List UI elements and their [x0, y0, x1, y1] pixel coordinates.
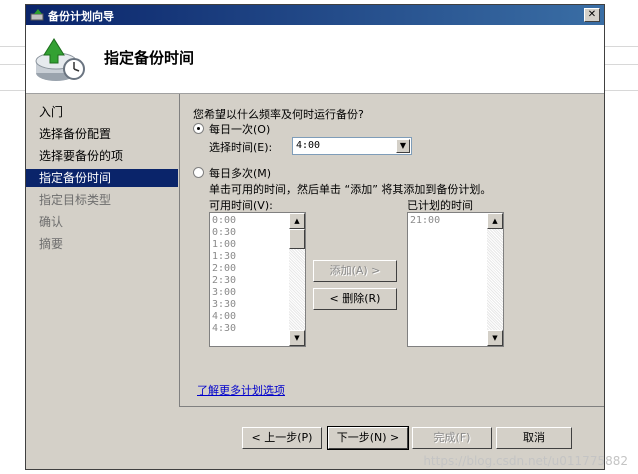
- multiple-daily-radio[interactable]: [193, 167, 204, 178]
- time-select[interactable]: 4:00 ▼: [292, 137, 412, 155]
- close-button[interactable]: ✕: [584, 8, 600, 22]
- scroll-down-icon[interactable]: ▼: [289, 330, 305, 346]
- available-times-rows: 0:00 0:30 1:00 1:30 2:00 2:30 3:00 3:30 4:00 4:30: [212, 215, 287, 335]
- close-icon: ✕: [587, 9, 597, 20]
- scheduled-times-label: 已计划的时间: [407, 199, 473, 212]
- back-button[interactable]: < 上一步(P): [242, 427, 322, 449]
- select-time-label: 选择时间(E):: [209, 141, 273, 154]
- list-item[interactable]: 0:30: [212, 227, 287, 239]
- step-destination-type: 指定目标类型: [39, 193, 112, 207]
- scheduled-scrollbar[interactable]: ▲ ▼: [487, 213, 503, 346]
- available-times-list[interactable]: 0:00 0:30 1:00 1:30 2:00 2:30 3:00 3:30 4:00 4:30…: [209, 212, 306, 347]
- once-daily-radio[interactable]: [193, 123, 204, 134]
- time-select-value: 4:00: [296, 140, 321, 151]
- remove-time-button[interactable]: < 删除(R): [313, 288, 397, 310]
- step-specify-time[interactable]: 指定备份时间: [26, 169, 178, 187]
- step-getting-started[interactable]: 入门: [26, 103, 178, 121]
- backup-app-icon: [30, 9, 44, 21]
- list-item[interactable]: 3:00: [212, 287, 287, 299]
- watermark: https://blog.csdn.net/u011775882: [423, 454, 628, 468]
- available-scrollbar[interactable]: ▲ ▼: [289, 213, 305, 346]
- cancel-button[interactable]: 取消: [496, 427, 572, 449]
- page-title: 指定备份时间: [104, 49, 195, 67]
- wizard-steps-sidebar: 入门 选择备份配置 选择要备份的项 指定备份时间 指定目标类型 确认 摘要: [26, 94, 178, 469]
- wizard-header: 指定备份时间: [26, 25, 604, 94]
- step-select-items[interactable]: 选择要备份的项: [26, 147, 178, 165]
- list-item[interactable]: 3:30: [212, 299, 287, 311]
- learn-more-link[interactable]: 了解更多计划选项: [197, 382, 285, 398]
- step-confirmation: 确认: [39, 215, 64, 229]
- scheduled-times-list[interactable]: 21:00 ▲ ▼: [407, 212, 504, 347]
- list-item[interactable]: 21:00: [410, 215, 485, 227]
- list-item[interactable]: 2:30: [212, 275, 287, 287]
- list-item[interactable]: 0:00: [212, 215, 287, 227]
- step-summary: 摘要: [39, 237, 64, 251]
- title-bar[interactable]: 备份计划向导 ✕: [26, 5, 604, 25]
- scroll-up-icon[interactable]: ▲: [487, 213, 503, 229]
- next-button[interactable]: 下一步(N) >: [327, 426, 409, 450]
- list-item[interactable]: 2:00: [212, 263, 287, 275]
- step-select-backup-config[interactable]: 选择备份配置: [26, 125, 178, 143]
- add-time-button[interactable]: 添加(A) >: [313, 260, 397, 282]
- wizard-content: 您希望以什么频率及何时运行备份? 每日一次(O) 选择时间(E): 4:00 ▼…: [179, 94, 604, 407]
- list-item[interactable]: 1:00: [212, 239, 287, 251]
- once-daily-label[interactable]: 每日一次(O): [209, 121, 270, 137]
- list-item[interactable]: 4:00: [212, 311, 287, 323]
- multiple-daily-label[interactable]: 每日多次(M): [209, 165, 271, 181]
- scroll-thumb[interactable]: [289, 229, 305, 249]
- chevron-down-icon[interactable]: ▼: [396, 139, 410, 153]
- scheduled-times-rows: 21:00: [410, 215, 485, 227]
- backup-schedule-icon: [35, 38, 85, 81]
- scroll-up-icon[interactable]: ▲: [289, 213, 305, 229]
- finish-button[interactable]: 完成(F): [412, 427, 492, 449]
- window-title: 备份计划向导: [48, 10, 114, 23]
- available-times-label: 可用时间(V):: [209, 199, 273, 212]
- frequency-question: 您希望以什么频率及何时运行备份?: [193, 108, 364, 121]
- list-item[interactable]: 1:30: [212, 251, 287, 263]
- scroll-down-icon[interactable]: ▼: [487, 330, 503, 346]
- wizard-window: 备份计划向导 ✕ 指定备份时间 入门 选择备份配置 选择要备份的项 指定备份时间…: [25, 4, 605, 470]
- list-item[interactable]: 4:30: [212, 323, 287, 335]
- multiple-instruction: 单击可用的时间，然后单击 “添加” 将其添加到备份计划。: [209, 183, 492, 196]
